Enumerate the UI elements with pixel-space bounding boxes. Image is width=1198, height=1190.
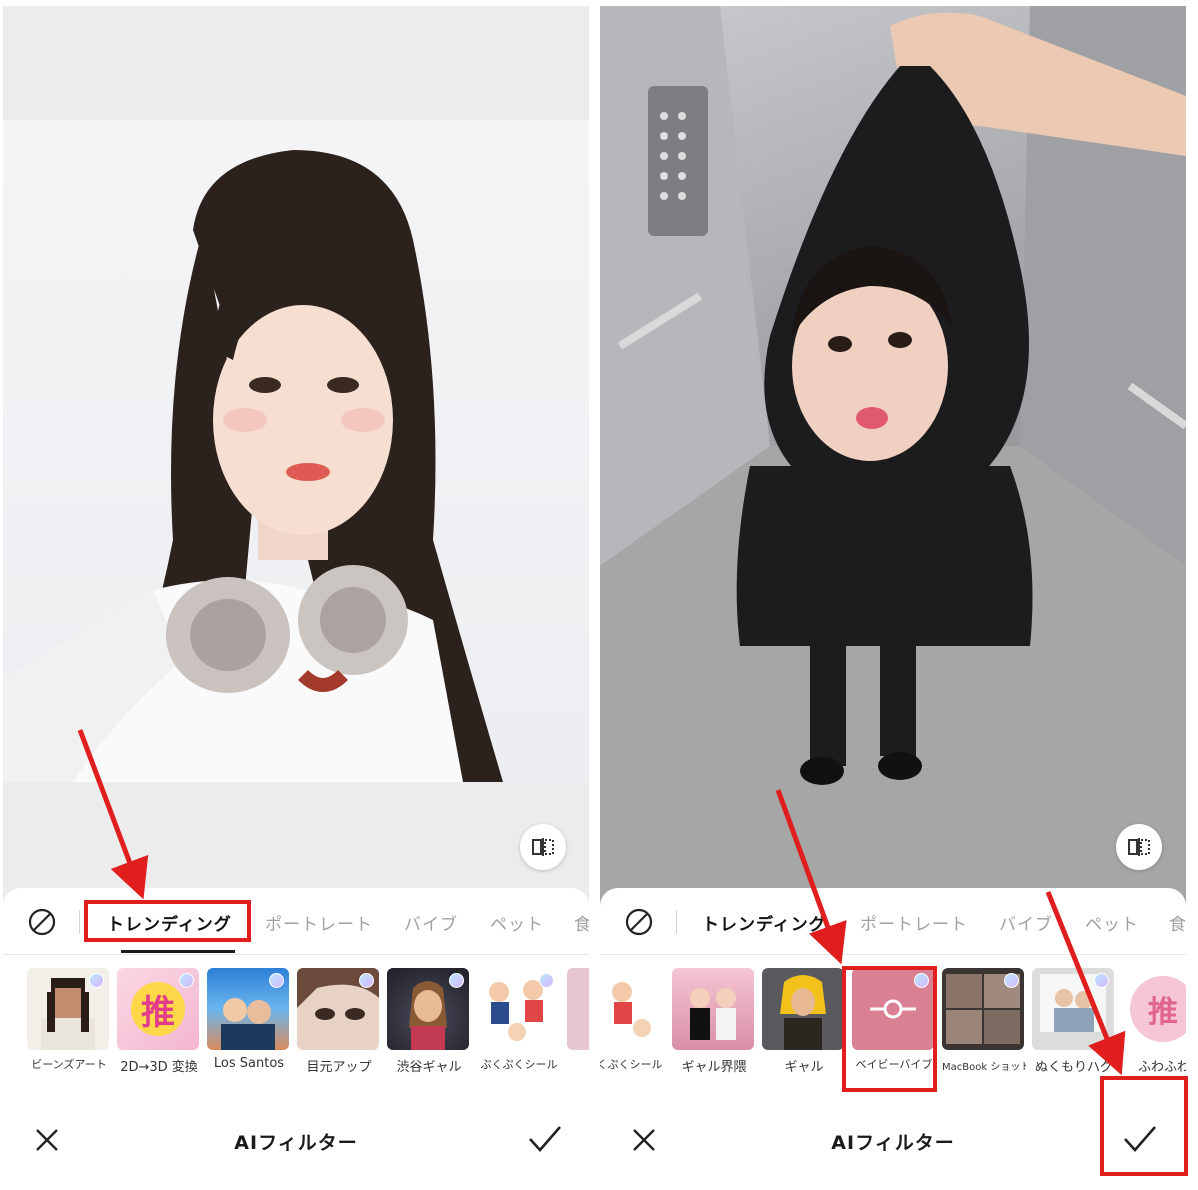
- filter-item[interactable]: 推 ふわふわ: [1122, 968, 1186, 1075]
- tab-vibe[interactable]: バイブ: [999, 910, 1053, 935]
- filter-item[interactable]: ぷくぷくシール: [477, 968, 561, 1072]
- tab-portrait[interactable]: ポートレート: [265, 910, 373, 935]
- diamond-badge-icon: [1094, 973, 1109, 988]
- filter-label: ぷくぷくシール: [480, 1058, 558, 1071]
- tab-divider: [79, 910, 80, 934]
- diamond-badge-icon: [269, 973, 284, 988]
- filter-label: ぷくぷくシール: [600, 1058, 663, 1071]
- bottom-bar: AIフィルター: [600, 1098, 1186, 1178]
- tab-pet[interactable]: ペット: [1085, 910, 1139, 935]
- screen-title: AIフィルター: [234, 1132, 358, 1154]
- bottom-bar: AIフィルター: [3, 1098, 589, 1178]
- filter-thumbnail: 推: [1122, 968, 1186, 1050]
- tab-vibe[interactable]: バイブ: [404, 910, 458, 935]
- filter-label: ギ: [567, 1056, 589, 1075]
- tab-trending[interactable]: トレンディング: [702, 910, 827, 935]
- filter-thumbnail: [27, 968, 109, 1050]
- diamond-badge-icon: [1004, 973, 1019, 988]
- filter-thumbnail: [1032, 968, 1114, 1050]
- filter-thumbnail: [600, 968, 664, 1050]
- filter-item[interactable]: 推 2D→3D 変換: [117, 968, 201, 1075]
- diamond-badge-icon: [179, 973, 194, 988]
- highlight-box-trending: [84, 900, 251, 942]
- thumbnail-text: 推: [1130, 976, 1186, 1042]
- filter-thumbnail: [477, 968, 559, 1050]
- diamond-badge-icon: [449, 973, 464, 988]
- filter-thumbnail: [297, 968, 379, 1050]
- filter-label: ギャル: [784, 1060, 824, 1075]
- diamond-badge-icon: [359, 973, 374, 988]
- compare-split-icon: [532, 838, 554, 856]
- filter-item[interactable]: ぷくぷくシール: [600, 968, 666, 1072]
- tab-food[interactable]: 食: [1169, 910, 1186, 935]
- filter-thumbnail: 推: [117, 968, 199, 1050]
- compare-button[interactable]: [1116, 824, 1162, 870]
- diamond-badge-icon: [89, 973, 104, 988]
- tab-pet[interactable]: ペット: [490, 910, 544, 935]
- prohibited-circle-icon[interactable]: [625, 908, 653, 936]
- filter-thumbnail: [567, 968, 589, 1050]
- screen-title: AIフィルター: [831, 1132, 955, 1154]
- compare-button[interactable]: [520, 824, 566, 870]
- filter-item[interactable]: ビーンズアート: [27, 968, 111, 1072]
- filter-label: Los Santos: [213, 1056, 285, 1071]
- filter-item[interactable]: ギ: [567, 968, 589, 1075]
- preview-photo: [3, 120, 589, 782]
- diamond-badge-icon: [539, 973, 554, 988]
- active-tab-indicator: [121, 950, 235, 953]
- filter-label: ふわふわ: [1137, 1060, 1186, 1075]
- highlight-box-confirm: [1100, 1076, 1188, 1176]
- preview-photo: [600, 6, 1186, 906]
- filter-label: 目元アップ: [306, 1060, 372, 1075]
- filter-label: ぬくもりハグ: [1034, 1060, 1113, 1075]
- highlight-box-baby-vibe: [842, 966, 937, 1092]
- checkmark-icon[interactable]: [527, 1124, 563, 1154]
- filter-list: ビーンズアート 推 2D→3D 変換 Los Santos 目元アップ 渋谷ギャ…: [3, 968, 589, 1078]
- filter-item[interactable]: 渋谷ギャル: [387, 968, 471, 1075]
- thumbnail-text: 推: [131, 982, 185, 1036]
- tab-divider: [676, 910, 677, 934]
- left-screen: トレンディング ポートレート バイブ ペット 食 ビー: [3, 6, 589, 1186]
- filter-item[interactable]: ぬくもりハグ: [1032, 968, 1116, 1075]
- compare-split-icon: [1128, 838, 1150, 856]
- filter-item[interactable]: ギャル界隈: [672, 968, 756, 1075]
- filter-thumbnail: [207, 968, 289, 1050]
- filter-label: 渋谷ギャル: [396, 1060, 462, 1075]
- filter-label: 2D→3D 変換: [120, 1060, 198, 1075]
- portrait-illustration: [3, 150, 503, 782]
- elevator-photo-illustration: [600, 6, 1186, 906]
- filter-thumbnail: [762, 968, 844, 1050]
- category-tabs: トレンディング ポートレート バイブ ペット 食: [600, 888, 1186, 955]
- filter-thumbnail: [387, 968, 469, 1050]
- filter-item[interactable]: ギャル: [762, 968, 846, 1075]
- filter-thumbnail: [672, 968, 754, 1050]
- prohibited-circle-icon[interactable]: [28, 908, 56, 936]
- filter-label: ギャル界隈: [681, 1060, 747, 1075]
- filter-item[interactable]: Los Santos: [207, 968, 291, 1071]
- filter-thumbnail: [942, 968, 1024, 1050]
- filter-item[interactable]: 目元アップ: [297, 968, 381, 1075]
- filter-label: MacBook ショット: [942, 1062, 1026, 1073]
- filter-item[interactable]: MacBook ショット: [942, 968, 1026, 1073]
- filter-label: ビーンズアート: [31, 1058, 107, 1071]
- tab-portrait[interactable]: ポートレート: [860, 910, 968, 935]
- tab-food[interactable]: 食: [574, 910, 589, 935]
